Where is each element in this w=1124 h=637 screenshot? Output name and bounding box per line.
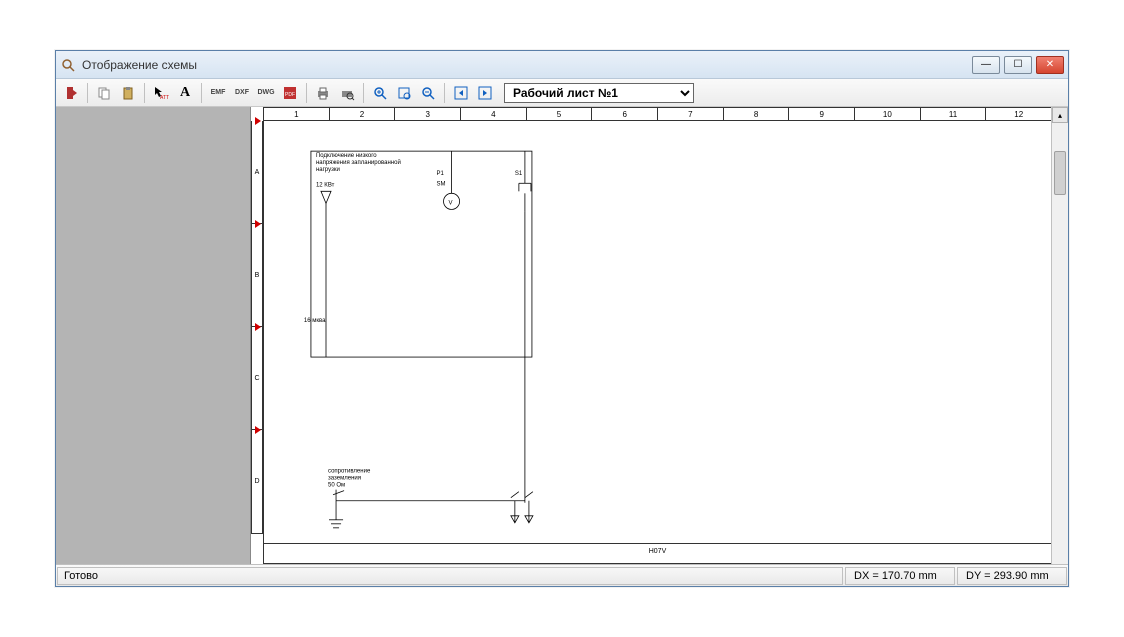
print-preview-button[interactable] <box>336 82 358 104</box>
export-emf-button[interactable]: EMF <box>207 82 229 104</box>
workspace: ▴ 12 34 56 78 910 1112 A B C D <box>56 107 1068 564</box>
svg-text:P1: P1 <box>437 171 445 177</box>
svg-text:сопротивление: сопротивление <box>328 469 371 475</box>
svg-text:PDF: PDF <box>285 92 295 98</box>
svg-text:50 Ом: 50 Ом <box>328 483 345 489</box>
schematic-drawing[interactable]: Подключение низкого напряжения запланиро… <box>263 121 1052 564</box>
vertical-ruler: A B C D <box>251 121 263 534</box>
svg-text:16 мква: 16 мква <box>304 318 326 324</box>
titlebar: Отображение схемы — ☐ ✕ <box>56 51 1068 79</box>
pointer-att-button[interactable]: ATT <box>150 82 172 104</box>
separator <box>201 83 202 103</box>
svg-text:Подключение низкого: Подключение низкого <box>316 153 377 159</box>
canvas-area[interactable]: ▴ 12 34 56 78 910 1112 A B C D <box>251 107 1068 564</box>
drawing-footer: H07V <box>264 543 1051 559</box>
svg-text:12 КВт: 12 КВт <box>316 182 335 188</box>
svg-text:S1: S1 <box>515 171 523 177</box>
scroll-up-button[interactable]: ▴ <box>1052 107 1068 123</box>
separator <box>363 83 364 103</box>
app-window: Отображение схемы — ☐ ✕ ATT A EMF DXF DW… <box>55 50 1069 587</box>
export-dxf-button[interactable]: DXF <box>231 82 253 104</box>
status-dx: DX = 170.70 mm <box>845 567 955 585</box>
sheet-selector[interactable]: Рабочий лист №1 <box>504 83 694 103</box>
text-tool-button[interactable]: A <box>174 82 196 104</box>
separator <box>144 83 145 103</box>
svg-text:напряжения запланированной: напряжения запланированной <box>316 159 401 166</box>
schematic-svg: Подключение низкого напряжения запланиро… <box>264 121 1051 563</box>
prev-sheet-button[interactable] <box>450 82 472 104</box>
copy-button[interactable] <box>93 82 115 104</box>
svg-text:нагрузки: нагрузки <box>316 167 340 173</box>
maximize-button[interactable]: ☐ <box>1004 56 1032 74</box>
minimize-button[interactable]: — <box>972 56 1000 74</box>
exit-button[interactable] <box>60 82 82 104</box>
zoom-in-button[interactable] <box>369 82 391 104</box>
svg-text:ATT: ATT <box>160 95 169 101</box>
status-dy: DY = 293.90 mm <box>957 567 1067 585</box>
left-panel <box>56 107 251 564</box>
print-button[interactable] <box>312 82 334 104</box>
window-title: Отображение схемы <box>82 58 972 72</box>
separator <box>87 83 88 103</box>
paste-button[interactable] <box>117 82 139 104</box>
next-sheet-button[interactable] <box>474 82 496 104</box>
separator <box>306 83 307 103</box>
zoom-fit-button[interactable] <box>393 82 415 104</box>
toolbar: ATT A EMF DXF DWG PDF Рабочий лист №1 <box>56 79 1068 107</box>
close-button[interactable]: ✕ <box>1036 56 1064 74</box>
zoom-out-button[interactable] <box>417 82 439 104</box>
window-buttons: — ☐ ✕ <box>972 56 1064 74</box>
export-dwg-button[interactable]: DWG <box>255 82 277 104</box>
app-icon <box>60 57 76 73</box>
vertical-scrollbar-thumb[interactable] <box>1054 151 1066 195</box>
svg-text:заземления: заземления <box>328 476 361 482</box>
svg-text:V: V <box>449 200 453 206</box>
horizontal-ruler: 12 34 56 78 910 1112 <box>263 107 1052 121</box>
svg-text:SM: SM <box>437 181 446 187</box>
status-ready: Готово <box>57 567 843 585</box>
export-pdf-button[interactable]: PDF <box>279 82 301 104</box>
separator <box>444 83 445 103</box>
statusbar: Готово DX = 170.70 mm DY = 293.90 mm <box>56 564 1068 586</box>
